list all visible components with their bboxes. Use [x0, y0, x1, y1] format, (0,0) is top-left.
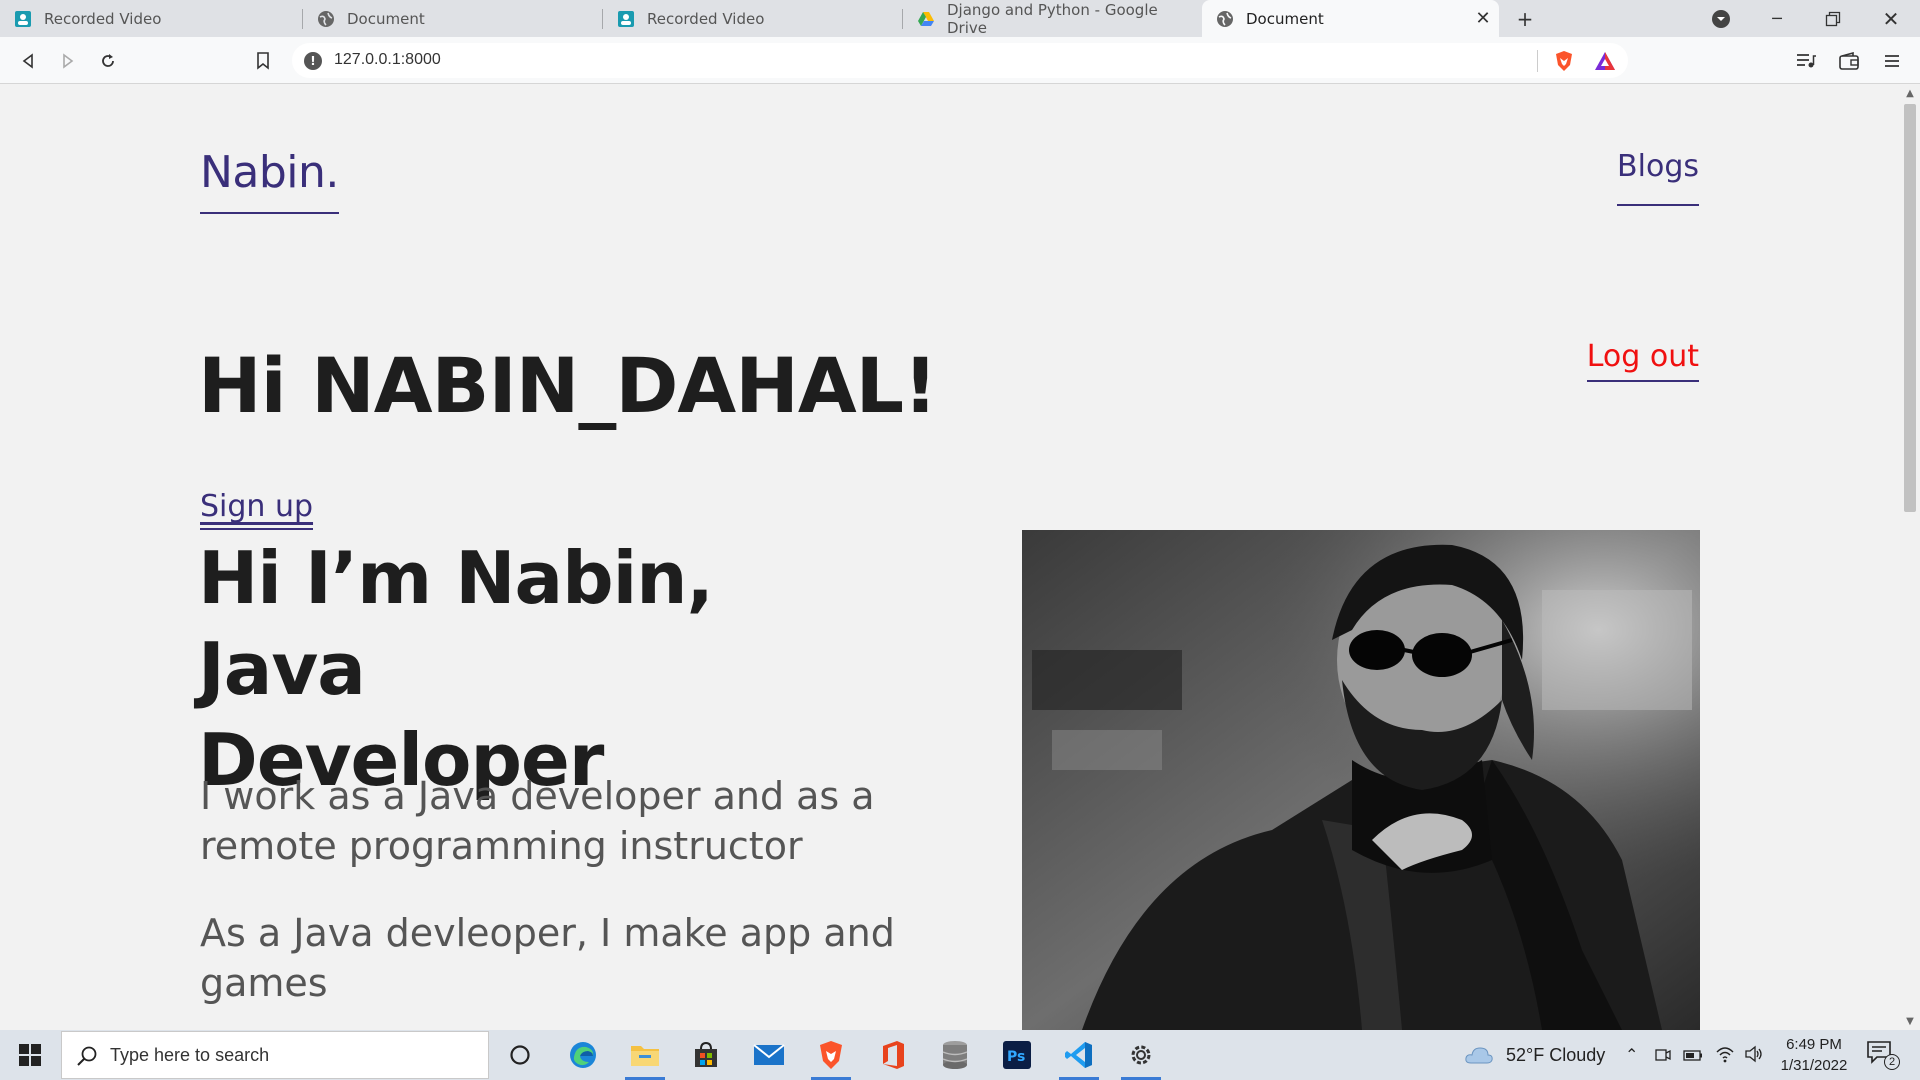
page-scrollbar[interactable]: ▲ ▼ — [1900, 85, 1920, 1030]
vscode-icon[interactable] — [1054, 1030, 1104, 1080]
restore-icon[interactable] — [1825, 11, 1841, 27]
web-page: Nabin. Blogs Hi NABIN_DAHAL! Log out Sig… — [0, 85, 1900, 1030]
tab-title: Recorded Video — [647, 9, 765, 28]
file-explorer-icon[interactable] — [620, 1030, 670, 1080]
taskbar-clock[interactable]: 6:49 PM 1/31/2022 — [1776, 1034, 1852, 1076]
media-playlist-icon[interactable] — [1792, 47, 1820, 75]
globe-icon — [1217, 10, 1233, 27]
photoshop-icon[interactable]: Ps — [992, 1030, 1042, 1080]
action-center-icon[interactable]: 2 — [1866, 1040, 1900, 1070]
meet-now-icon[interactable] — [1655, 1047, 1671, 1063]
tab-title: Recorded Video — [44, 9, 162, 28]
database-icon[interactable] — [930, 1030, 980, 1080]
start-windows-icon[interactable] — [0, 1030, 60, 1080]
tab-recorded-video-1[interactable]: Recorded Video — [0, 0, 302, 37]
windows-taskbar: Type here to search Ps 52°F Cloudy ⌃ 6:4… — [0, 1030, 1920, 1080]
menu-hamburger-icon[interactable] — [1878, 47, 1906, 75]
tab-search-icon[interactable] — [1711, 9, 1731, 29]
nav-blogs-link[interactable]: Blogs — [1617, 149, 1699, 206]
settings-icon[interactable] — [1116, 1030, 1166, 1080]
browser-toolbar: ! 127.0.0.1:8000 — [0, 37, 1920, 84]
search-placeholder: Type here to search — [110, 1045, 270, 1065]
paragraph-line: remote programming instructor — [200, 824, 803, 868]
tab-title: Document — [1246, 9, 1324, 28]
close-window-icon[interactable]: ✕ — [1878, 6, 1904, 32]
wallet-icon[interactable] — [1835, 47, 1863, 75]
edge-icon[interactable] — [558, 1030, 608, 1080]
address-divider — [1537, 50, 1538, 72]
office-icon[interactable] — [868, 1030, 918, 1080]
paragraph-line: games — [200, 961, 328, 1005]
weather-text: 52°F Cloudy — [1506, 1044, 1606, 1065]
svg-text:Ps: Ps — [1007, 1049, 1025, 1065]
recorded-video-icon — [618, 10, 634, 27]
clock-time: 6:49 PM — [1786, 1036, 1842, 1053]
minimize-icon[interactable]: ─ — [1764, 6, 1790, 32]
globe-icon — [318, 10, 334, 27]
forward-arrow-icon[interactable] — [54, 47, 82, 75]
notification-count-badge: 2 — [1884, 1054, 1900, 1070]
hero-title: Hi I’m Nabin, Java Developer — [198, 533, 898, 806]
show-hidden-icons-chevron-icon[interactable]: ⌃ — [1625, 1030, 1638, 1080]
logout-link[interactable]: Log out — [1586, 339, 1699, 382]
close-tab-icon[interactable]: ✕ — [1473, 9, 1493, 29]
address-bar[interactable]: ! 127.0.0.1:8000 — [292, 43, 1628, 78]
tab-recorded-video-2[interactable]: Recorded Video — [603, 0, 902, 37]
volume-icon[interactable] — [1744, 1045, 1764, 1063]
recorded-video-icon — [15, 10, 31, 27]
tab-document-1[interactable]: Document — [303, 0, 602, 37]
paragraph-line: As a Java devleoper, I make app and — [200, 911, 895, 955]
battery-icon[interactable] — [1683, 1047, 1703, 1063]
hero-java-paragraph: As a Java devleoper, I make app and game… — [200, 908, 920, 1008]
brave-shields-icon[interactable] — [1554, 50, 1574, 72]
paragraph-line: I work as a Java developer and as a — [200, 774, 875, 818]
tab-title: Document — [347, 9, 425, 28]
google-drive-icon — [918, 11, 934, 26]
wifi-icon[interactable] — [1715, 1045, 1735, 1063]
profile-photo — [1022, 530, 1700, 1030]
scroll-down-arrow-icon[interactable]: ▼ — [1900, 1013, 1920, 1030]
hero-intro-paragraph: I work as a Java developer and as a remo… — [200, 771, 920, 871]
cloudy-weather-icon — [1465, 1047, 1493, 1064]
browser-tab-strip: Recorded Video Document Recorded Video D… — [0, 0, 1920, 37]
weather-widget[interactable]: 52°F Cloudy — [1464, 1030, 1605, 1080]
site-info-icon[interactable]: ! — [304, 52, 322, 70]
taskbar-search-box[interactable]: Type here to search — [61, 1031, 489, 1079]
mail-icon[interactable] — [744, 1030, 794, 1080]
scroll-up-arrow-icon[interactable]: ▲ — [1900, 85, 1920, 102]
search-icon — [77, 1046, 97, 1066]
reload-icon[interactable] — [94, 47, 122, 75]
bookmark-icon[interactable] — [249, 47, 277, 75]
brave-icon[interactable] — [806, 1030, 856, 1080]
tab-google-drive[interactable]: Django and Python - Google Drive — [903, 0, 1202, 37]
scrollbar-thumb[interactable] — [1904, 104, 1916, 512]
clock-date: 1/31/2022 — [1780, 1057, 1848, 1074]
store-icon[interactable] — [681, 1030, 731, 1080]
cortana-icon[interactable] — [495, 1030, 545, 1080]
signup-link[interactable]: Sign up — [200, 489, 314, 530]
tab-title: Django and Python - Google Drive — [947, 0, 1158, 37]
address-bar-url[interactable]: 127.0.0.1:8000 — [334, 51, 441, 69]
user-greeting: Hi NABIN_DAHAL! — [198, 341, 938, 430]
hero-title-line: Hi I’m Nabin, Java — [198, 536, 714, 711]
back-arrow-icon[interactable] — [14, 47, 42, 75]
tab-document-active[interactable]: Document ✕ — [1202, 0, 1499, 37]
site-logo-link[interactable]: Nabin. — [200, 147, 339, 214]
brave-rewards-icon[interactable] — [1594, 51, 1616, 71]
new-tab-plus-icon[interactable]: + — [1512, 6, 1538, 32]
